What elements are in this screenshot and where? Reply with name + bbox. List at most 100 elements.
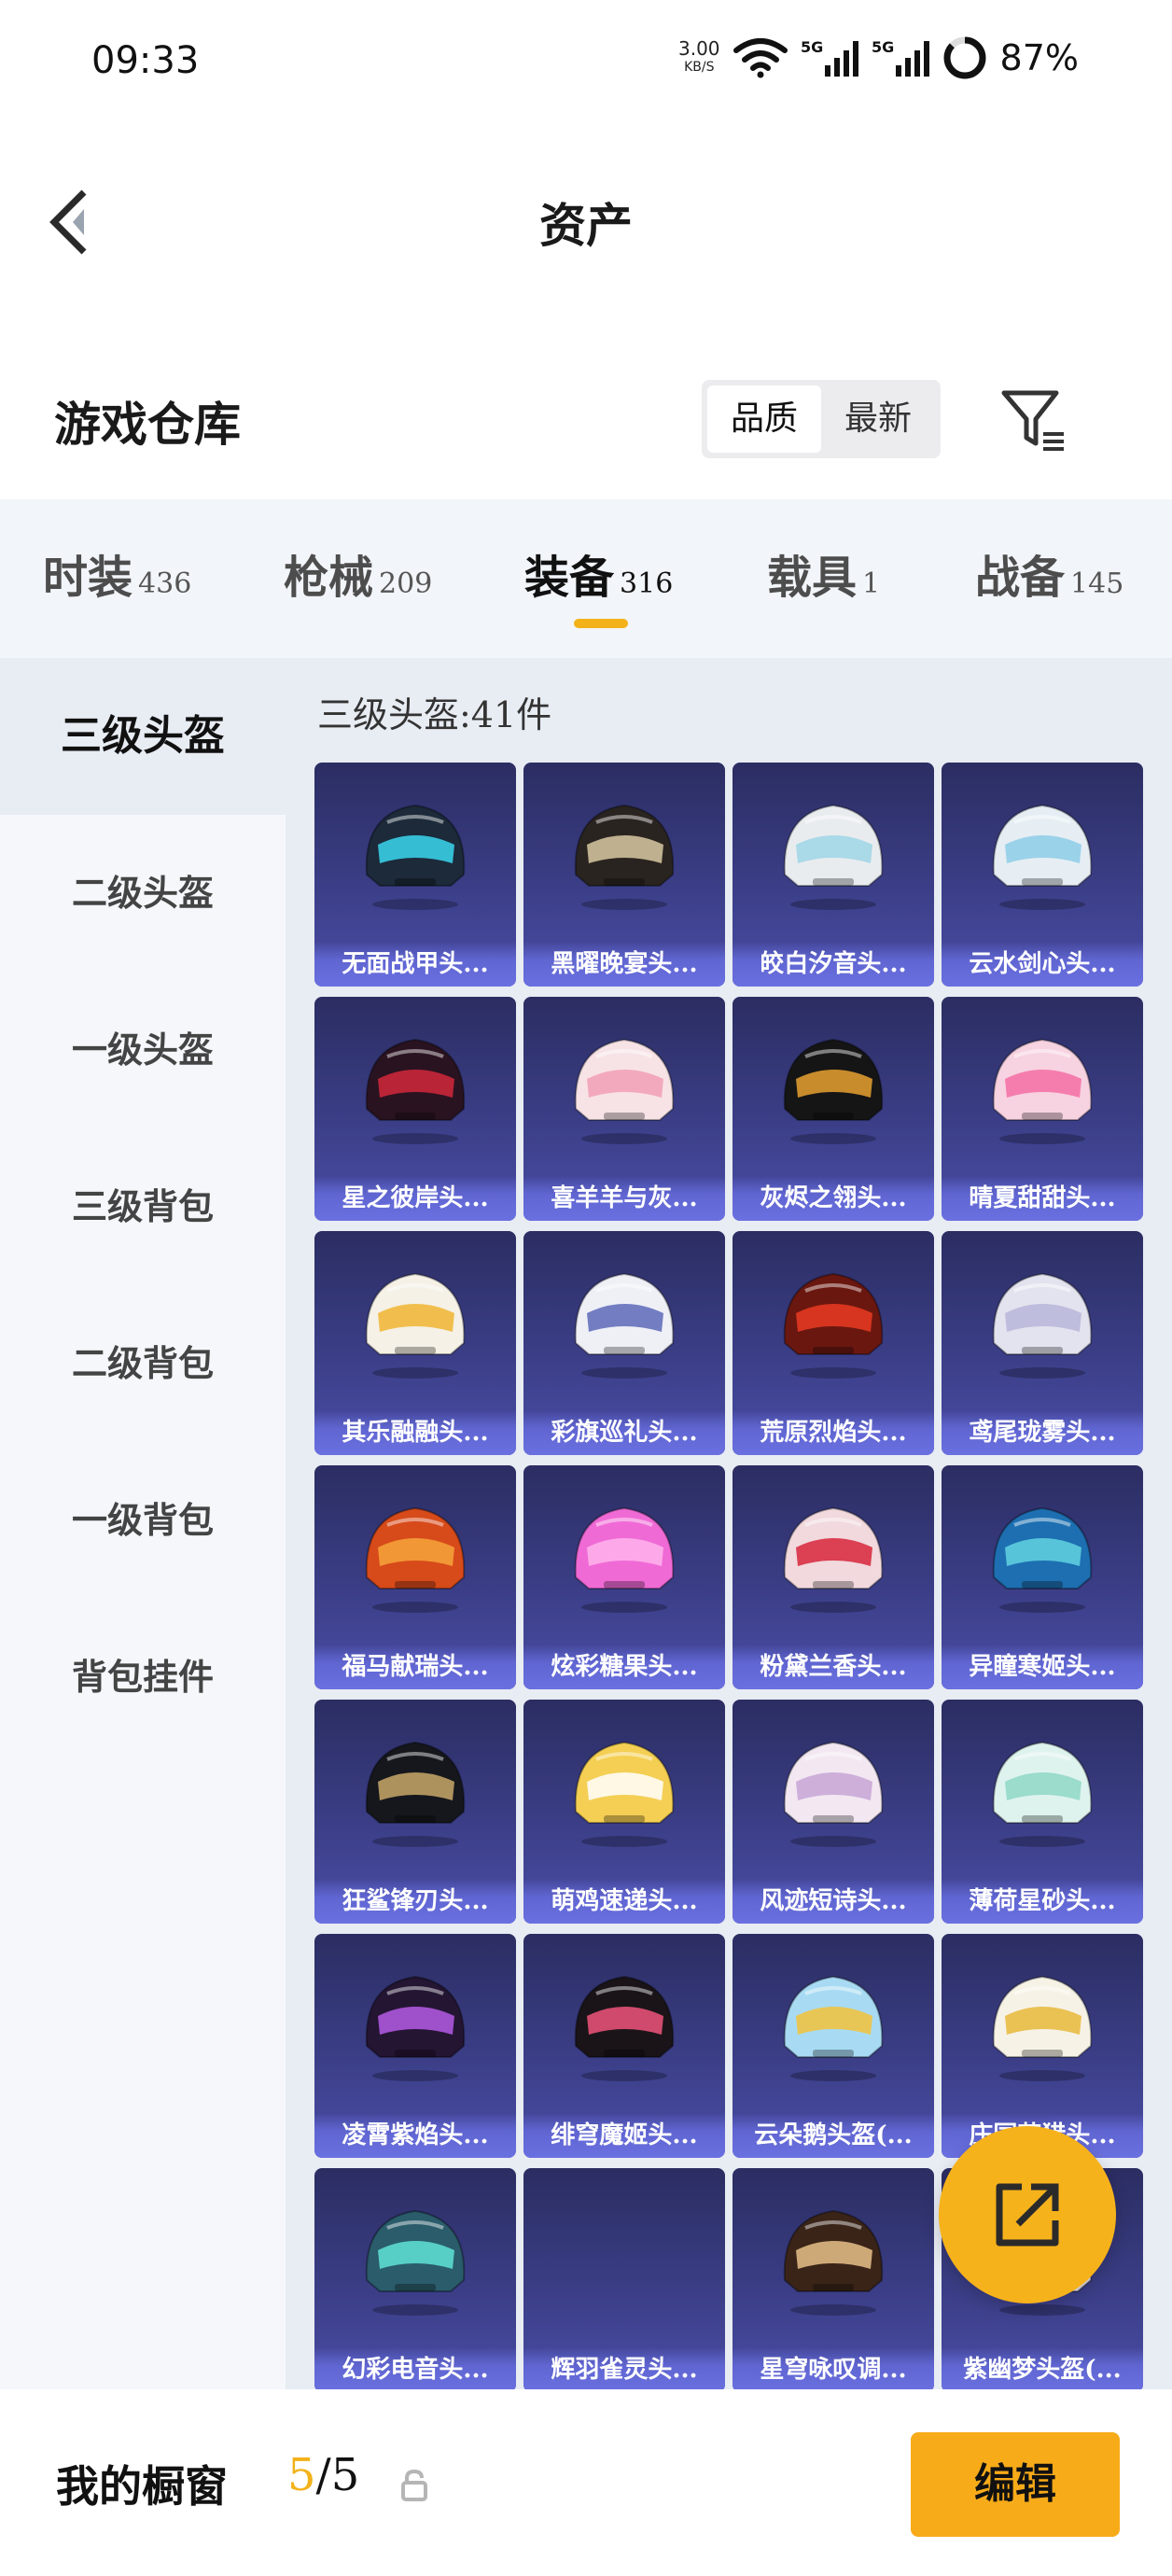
helmet-thumbnail — [365, 804, 466, 910]
helmet-item-name: 星之彼岸头... — [314, 1176, 516, 1221]
helmet-thumbnail — [574, 804, 675, 910]
helmet-item-name: 紫幽梦头盔(... — [942, 2347, 1143, 2389]
sidebar-item-level2-helmet[interactable]: 二级头盔 — [0, 815, 286, 972]
tab-weapons[interactable]: 枪械 209 — [284, 540, 432, 606]
helmet-thumbnail — [365, 1506, 466, 1613]
sidebar-item-level3-helmet[interactable]: 三级头盔 — [0, 658, 286, 815]
sidebar-item-level2-backpack[interactable]: 二级背包 — [0, 1285, 286, 1442]
helmet-item-card[interactable]: 绯穹魔姬头... — [523, 1934, 725, 2158]
helmet-thumbnail — [574, 1038, 675, 1144]
helmet-item-card[interactable]: 云水剑心头... — [942, 763, 1143, 987]
category-tabs: 时装 436 枪械 209 装备 316 载具 1 战备 145 — [0, 499, 1172, 658]
sidebar-item-level1-backpack[interactable]: 一级背包 — [0, 1442, 286, 1599]
helmet-item-card[interactable]: 萌鸡速递头... — [523, 1700, 725, 1924]
helmet-item-name: 皎白汐音头... — [732, 942, 934, 987]
helmet-item-card[interactable]: 荒原烈焰头... — [732, 1231, 934, 1455]
helmet-item-name: 星穹咏叹调... — [732, 2347, 934, 2389]
helmet-item-card[interactable]: 云朵鹅头盔(... — [732, 1934, 934, 2158]
sort-toggle: 品质 最新 — [702, 380, 941, 458]
helmet-item-card[interactable]: 风迹短诗头... — [732, 1700, 934, 1924]
helmet-item-card[interactable]: 炫彩糖果头... — [523, 1465, 725, 1689]
helmet-item-name: 灰烬之翎头... — [732, 1176, 934, 1221]
helmet-item-card[interactable]: 喜羊羊与灰... — [523, 997, 725, 1221]
sort-quality-button[interactable]: 品质 — [707, 385, 821, 453]
helmet-item-card[interactable]: 其乐融融头... — [314, 1231, 516, 1455]
helmet-item-card[interactable]: 星之彼岸头... — [314, 997, 516, 1221]
helmet-item-name: 晴夏甜甜头... — [942, 1176, 1143, 1221]
helmet-thumbnail — [365, 1272, 466, 1379]
subcategory-sidebar: 三级头盔 二级头盔 一级头盔 三级背包 二级背包 一级背包 背包挂件 — [0, 658, 286, 2389]
helmet-item-name: 炫彩糖果头... — [523, 1645, 725, 1689]
helmet-item-card[interactable]: 无面战甲头... — [314, 763, 516, 987]
tab-equipment[interactable]: 装备 316 — [524, 540, 673, 606]
share-button[interactable] — [939, 2126, 1116, 2303]
tab-active-indicator — [574, 619, 628, 628]
helmet-item-card[interactable]: 狂鲨锋刃头... — [314, 1700, 516, 1924]
helmet-item-card[interactable]: 星穹咏叹调... — [732, 2168, 934, 2389]
helmet-item-name: 喜羊羊与灰... — [523, 1176, 725, 1221]
helmet-item-card[interactable]: 异瞳寒姬头... — [942, 1465, 1143, 1689]
network-speed: 3.00 KB/S — [678, 39, 720, 77]
tab-count: 316 — [620, 567, 674, 600]
filter-icon — [1001, 390, 1064, 451]
network-speed-unit: KB/S — [684, 60, 715, 75]
helmet-thumbnail — [783, 804, 884, 910]
helmet-item-card[interactable]: 晴夏甜甜头... — [942, 997, 1143, 1221]
helmet-item-card[interactable]: 薄荷星砂头... — [942, 1700, 1143, 1924]
helmet-item-card[interactable]: 黑曜晚宴头... — [523, 763, 725, 987]
helmet-item-name: 异瞳寒姬头... — [942, 1645, 1143, 1689]
tab-label: 载具 — [767, 552, 858, 604]
helmet-thumbnail — [574, 1506, 675, 1613]
helmet-thumbnail — [992, 1975, 1093, 2081]
battery-ring-icon — [943, 36, 986, 79]
tab-label: 枪械 — [284, 552, 374, 604]
helmet-item-name: 云朵鹅头盔(... — [732, 2113, 934, 2158]
helmet-thumbnail — [783, 1272, 884, 1379]
tab-vehicles[interactable]: 载具 1 — [767, 540, 880, 606]
helmet-item-name: 无面战甲头... — [314, 942, 516, 987]
edit-button[interactable]: 编辑 — [911, 2432, 1120, 2537]
helmet-thumbnail — [559, 2191, 690, 2321]
filter-button[interactable] — [998, 385, 1069, 456]
showcase-current: 5 — [287, 2449, 316, 2501]
helmet-item-name: 风迹短诗头... — [732, 1879, 934, 1924]
sidebar-item-level3-backpack[interactable]: 三级背包 — [0, 1128, 286, 1285]
helmet-item-card[interactable]: 皎白汐音头... — [732, 763, 934, 987]
helmet-thumbnail — [783, 1506, 884, 1613]
helmet-item-name: 云水剑心头... — [942, 942, 1143, 987]
helmet-item-name: 荒原烈焰头... — [732, 1410, 934, 1455]
helmet-item-name: 其乐融融头... — [314, 1410, 516, 1455]
helmet-item-card[interactable]: 粉黛兰香头... — [732, 1465, 934, 1689]
helmet-item-card[interactable]: 彩旗巡礼头... — [523, 1231, 725, 1455]
helmet-item-card[interactable]: 幻彩电音头... — [314, 2168, 516, 2389]
helmet-thumbnail — [783, 1975, 884, 2081]
helmet-item-name: 薄荷星砂头... — [942, 1879, 1143, 1924]
showcase-count: 5/5 — [287, 2449, 359, 2501]
helmet-item-name: 黑曜晚宴头... — [523, 942, 725, 987]
helmet-item-card[interactable]: 庄园花猎头... — [942, 1934, 1143, 2158]
lock-icon — [401, 2469, 427, 2501]
helmet-item-card[interactable]: 福马献瑞头... — [314, 1465, 516, 1689]
status-icons: 3.00 KB/S 5G 5G 87% — [678, 35, 1079, 80]
status-bar: 09:33 3.00 KB/S 5G 5G 87% — [0, 0, 1172, 131]
tab-supplies[interactable]: 战备 145 — [975, 540, 1123, 606]
helmet-item-card[interactable]: 凌霄紫焰头... — [314, 1934, 516, 2158]
sidebar-item-level1-helmet[interactable]: 一级头盔 — [0, 972, 286, 1128]
tab-fashion[interactable]: 时装 436 — [43, 540, 191, 606]
helmet-item-card[interactable]: 灰烬之翎头... — [732, 997, 934, 1221]
network-speed-value: 3.00 — [678, 37, 720, 60]
helmet-thumbnail — [365, 1975, 466, 2081]
status-time: 09:33 — [91, 39, 200, 82]
helmet-thumbnail — [783, 1741, 884, 1847]
battery-percent: 87% — [999, 37, 1079, 78]
sidebar-item-backpack-charm[interactable]: 背包挂件 — [0, 1599, 286, 1756]
sort-newest-button[interactable]: 最新 — [821, 385, 935, 453]
helmet-item-card[interactable]: 辉羽雀灵头... — [523, 2168, 725, 2389]
helmet-item-card[interactable]: 鸢尾珑雾头... — [942, 1231, 1143, 1455]
showcase-total: /5 — [315, 2449, 360, 2501]
signal-5g-icon: 5G — [872, 38, 929, 77]
tab-count: 145 — [1070, 567, 1124, 600]
wifi-icon — [732, 38, 788, 78]
helmet-thumbnail — [574, 1975, 675, 2081]
helmet-item-name: 辉羽雀灵头... — [523, 2347, 725, 2389]
